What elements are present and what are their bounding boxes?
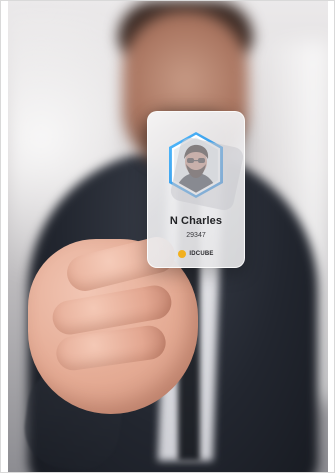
id-card: N Charles 29347 IDCUBE — [147, 111, 245, 268]
background-photo: N Charles 29347 IDCUBE — [8, 1, 328, 472]
brand-name: IDCUBE — [189, 251, 214, 257]
card-id-number: 29347 — [186, 232, 206, 239]
avatar-frame — [165, 130, 244, 212]
card-name: N Charles — [169, 215, 223, 227]
brand-logo-icon — [178, 250, 187, 258]
brand-row: IDCUBE — [148, 250, 244, 258]
hexagon-shadow — [169, 136, 244, 212]
photo-frame: N Charles 29347 IDCUBE — [0, 0, 335, 473]
